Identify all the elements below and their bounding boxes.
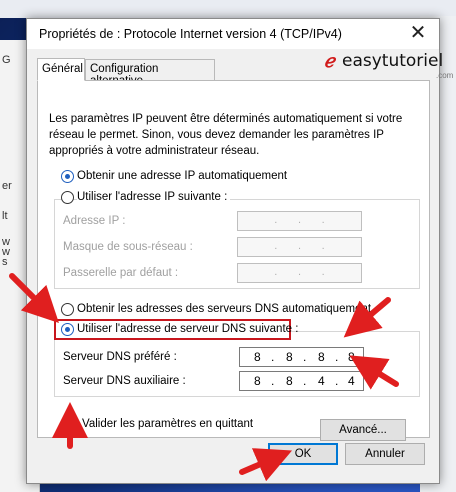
annotation-arrows [9, 273, 399, 482]
arrow-to-alternate-dns [349, 355, 399, 390]
arrow-to-preferred-dns [343, 297, 391, 338]
arrow-to-dns-manual [9, 273, 59, 323]
arrow-to-ok [239, 448, 293, 482]
